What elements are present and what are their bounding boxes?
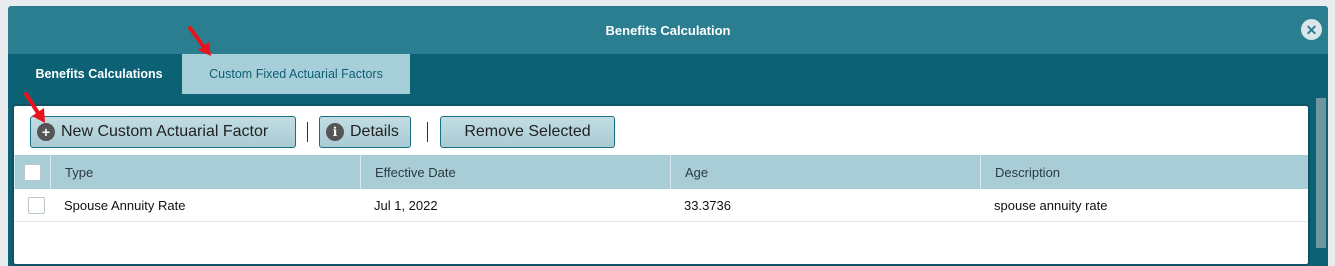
cell-age: 33.3736 (684, 198, 731, 213)
row-select-cell (14, 190, 50, 221)
tab-benefits-calculations[interactable]: Benefits Calculations (16, 54, 182, 94)
grid-toolbar: + New Custom Actuarial Factor i Details … (14, 106, 1308, 154)
toolbar-separator (307, 122, 308, 142)
tab-label: Benefits Calculations (35, 67, 163, 81)
annotation-arrow-icon (188, 26, 211, 56)
tab-label: Custom Fixed Actuarial Factors (209, 67, 383, 81)
factors-panel: + New Custom Actuarial Factor i Details … (12, 104, 1310, 266)
remove-button-label: Remove Selected (464, 123, 591, 140)
tab-custom-fixed-actuarial-factors[interactable]: Custom Fixed Actuarial Factors (182, 54, 410, 94)
remove-selected-button[interactable]: Remove Selected (440, 116, 615, 148)
row-checkbox[interactable] (28, 197, 45, 214)
annotation-arrow-icon (24, 92, 45, 123)
select-all-cell (14, 155, 50, 189)
details-button-label: Details (350, 123, 399, 140)
cell-effective-date: Jul 1, 2022 (374, 198, 438, 213)
new-custom-actuarial-factor-button[interactable]: + New Custom Actuarial Factor (30, 116, 296, 148)
info-circle-icon: i (326, 123, 344, 141)
toolbar-separator (427, 122, 428, 142)
grid-header: Type Effective Date Age Description (14, 155, 1308, 189)
tab-content-area: + New Custom Actuarial Factor i Details … (8, 94, 1328, 266)
tab-bar: Benefits Calculations Custom Fixed Actua… (8, 54, 1328, 94)
column-header-type[interactable]: Type (50, 155, 360, 189)
dialog-title: Benefits Calculation (605, 22, 731, 38)
column-header-effective-date[interactable]: Effective Date (360, 155, 670, 189)
column-header-age[interactable]: Age (670, 155, 980, 189)
scrollbar[interactable] (1316, 98, 1326, 248)
column-header-description[interactable]: Description (980, 155, 1310, 189)
new-button-label: New Custom Actuarial Factor (61, 123, 269, 140)
details-button[interactable]: i Details (319, 116, 411, 148)
select-all-checkbox[interactable] (24, 163, 41, 181)
cell-type: Spouse Annuity Rate (64, 198, 186, 213)
table-row[interactable]: Spouse Annuity Rate Jul 1, 2022 33.3736 … (14, 190, 1308, 222)
close-icon[interactable]: ✕ (1301, 19, 1322, 40)
cell-description: spouse annuity rate (994, 198, 1108, 213)
